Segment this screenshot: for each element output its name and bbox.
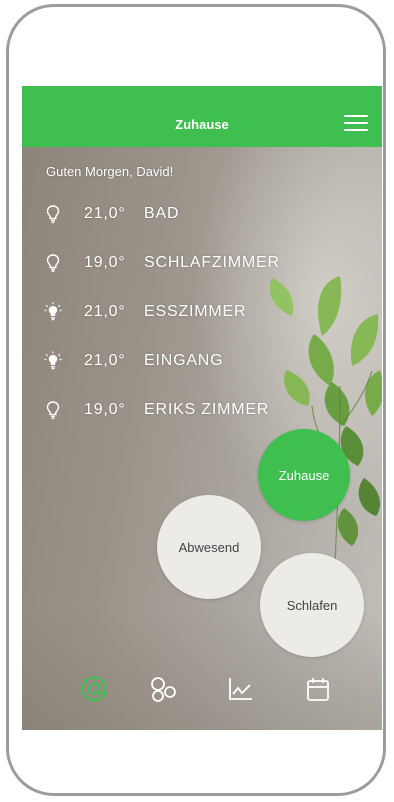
room-name: EINGANG [144,352,224,369]
rooms-circles-icon [151,677,176,702]
header-title: Zuhause [175,117,229,132]
app-screen: Zuhause Guten Morgen, David! 21,0° BAD 1… [22,86,382,730]
at-sign-icon [81,676,107,702]
room-temperature: 21,0° [84,303,126,320]
room-temperature: 19,0° [84,401,126,418]
nav-item-rooms[interactable] [148,674,178,704]
room-item-schlafzimmer[interactable]: 19,0° SCHLAFZIMMER [22,245,322,281]
line-chart-icon [229,678,252,700]
mode-label: Abwesend [178,540,240,555]
mode-label: Schlafen [286,598,338,613]
room-temperature: 21,0° [84,205,126,222]
room-name: ERIKS ZIMMER [144,401,270,418]
bulb-outline-icon [46,254,60,273]
nav-item-schedule[interactable] [303,674,333,704]
bottom-nav [22,672,382,730]
bulb-lit-icon [44,302,62,321]
room-item-eingang[interactable]: 21,0° EINGANG [22,343,322,379]
app-header: Zuhause [22,86,382,147]
nav-item-statistics[interactable] [225,674,255,704]
mode-label: Zuhause [278,468,330,483]
hamburger-menu-icon[interactable] [344,112,368,132]
room-name: ESSZIMMER [144,303,247,320]
room-name: BAD [144,205,180,222]
bulb-outline-icon [46,205,60,224]
room-item-bad[interactable]: 21,0° BAD [22,196,322,232]
room-temperature: 19,0° [84,254,126,271]
greeting-text: Guten Morgen, David! [46,164,174,179]
room-item-esszimmer[interactable]: 21,0° ESSZIMMER [22,294,322,330]
bulb-lit-icon [44,351,62,370]
room-temperature: 21,0° [84,352,126,369]
calendar-icon [307,678,329,701]
mode-button-zuhause[interactable]: Zuhause [258,429,350,521]
mode-button-abwesend[interactable]: Abwesend [157,495,261,599]
nav-item-home[interactable] [79,674,109,704]
bulb-outline-icon [46,401,60,420]
room-name: SCHLAFZIMMER [144,254,280,271]
room-item-eriks-zimmer[interactable]: 19,0° ERIKS ZIMMER [22,392,322,428]
mode-button-schlafen[interactable]: Schlafen [260,553,364,657]
